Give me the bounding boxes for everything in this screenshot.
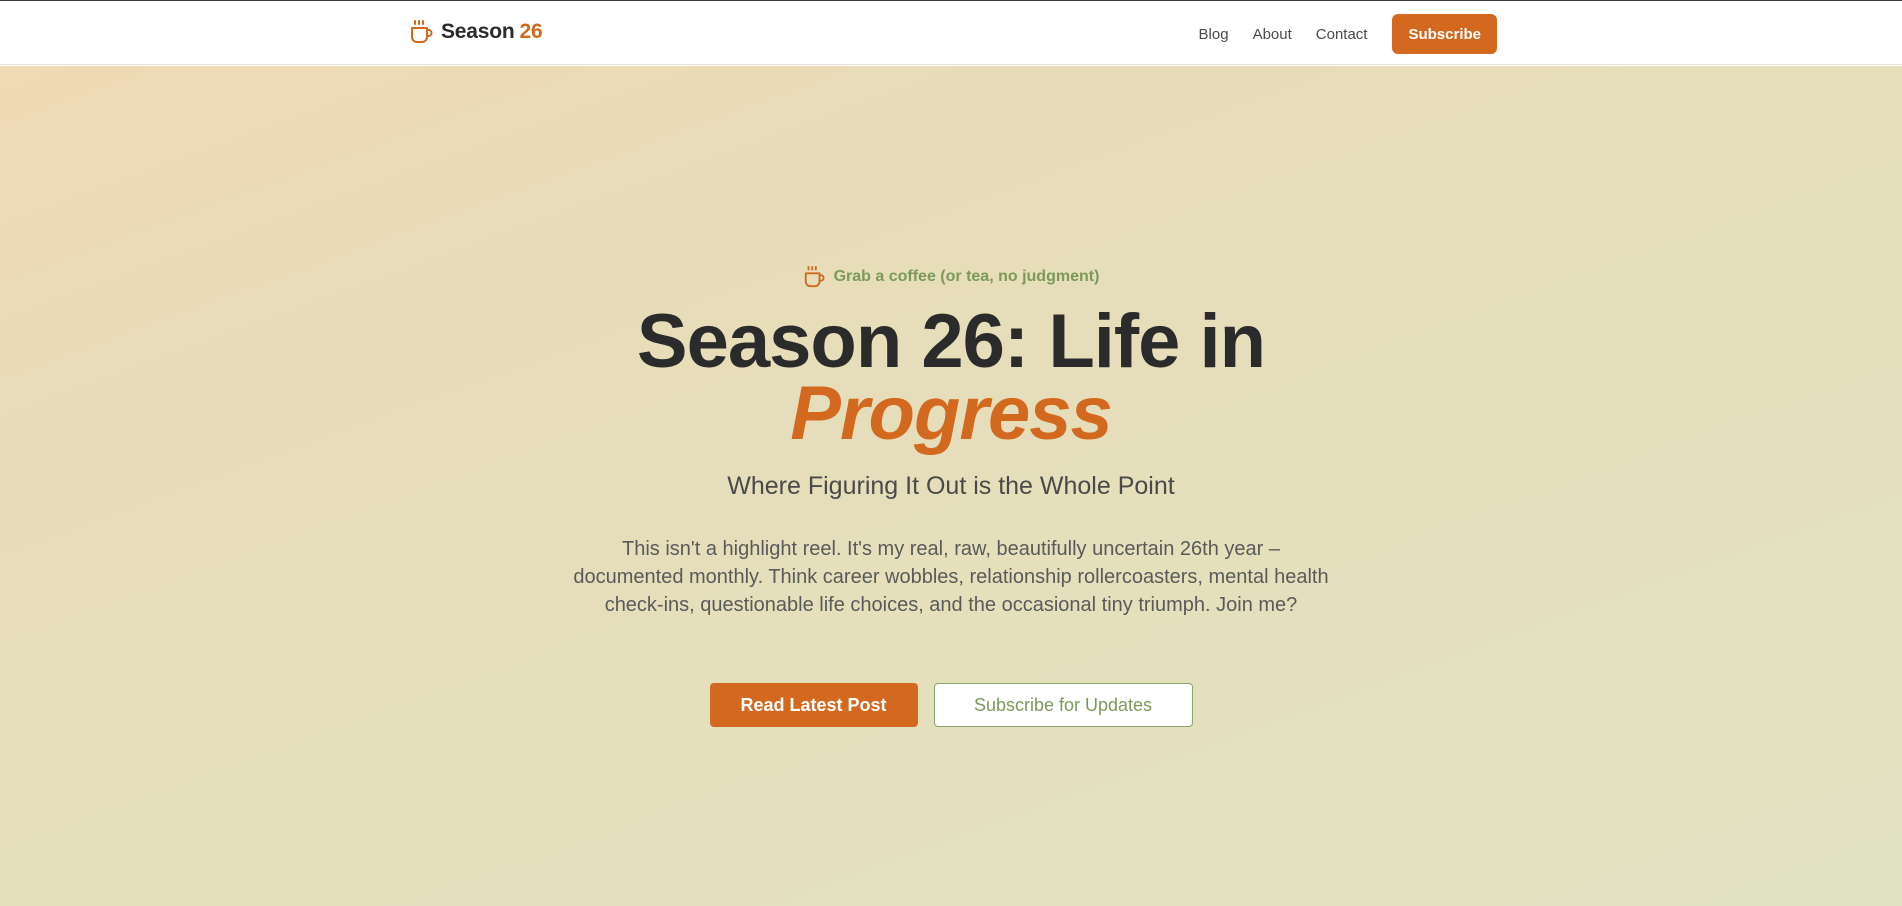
hero-headline: Season 26: Life in Progress (0, 304, 1902, 456)
hero-content: Grab a coffee (or tea, no judgment) Seas… (0, 263, 1902, 727)
page: Season 26 Blog About Contact Subscribe Gr… (0, 0, 1902, 906)
coffee-cup-icon (411, 20, 433, 43)
hero-description: This isn't a highlight reel. It's my rea… (573, 538, 1329, 616)
subscribe-updates-button[interactable]: Subscribe for Updates (933, 683, 1193, 727)
tagline-text: Grab a coffee (or tea, no judgment) (833, 268, 1100, 285)
brand-name-text: Season (441, 20, 515, 43)
brand-name: Season 26 (441, 20, 543, 44)
read-latest-post-button[interactable]: Read Latest Post (709, 683, 918, 727)
hero-section: Grab a coffee (or tea, no judgment) Seas… (0, 66, 1902, 906)
coffee-cup-icon (804, 265, 825, 288)
nav-link-blog[interactable]: Blog (1199, 26, 1229, 43)
brand-accent: 26 (519, 20, 543, 43)
top-navbar: Season 26 Blog About Contact Subscribe (0, 1, 1902, 65)
headline-accent: Progress (790, 371, 1113, 456)
nav-link-about[interactable]: About (1253, 26, 1292, 43)
brand-logo[interactable]: Season 26 (409, 19, 543, 45)
cta-row: Read Latest Post Subscribe for Updates (0, 683, 1902, 727)
hero-tagline: Grab a coffee (or tea, no judgment) (803, 263, 1100, 291)
hero-subtitle: Where Figuring It Out is the Whole Point (727, 472, 1175, 500)
main-nav: Blog About Contact Subscribe (1199, 14, 1497, 54)
nav-link-contact[interactable]: Contact (1316, 26, 1368, 43)
nav-subscribe-button[interactable]: Subscribe (1392, 14, 1497, 54)
